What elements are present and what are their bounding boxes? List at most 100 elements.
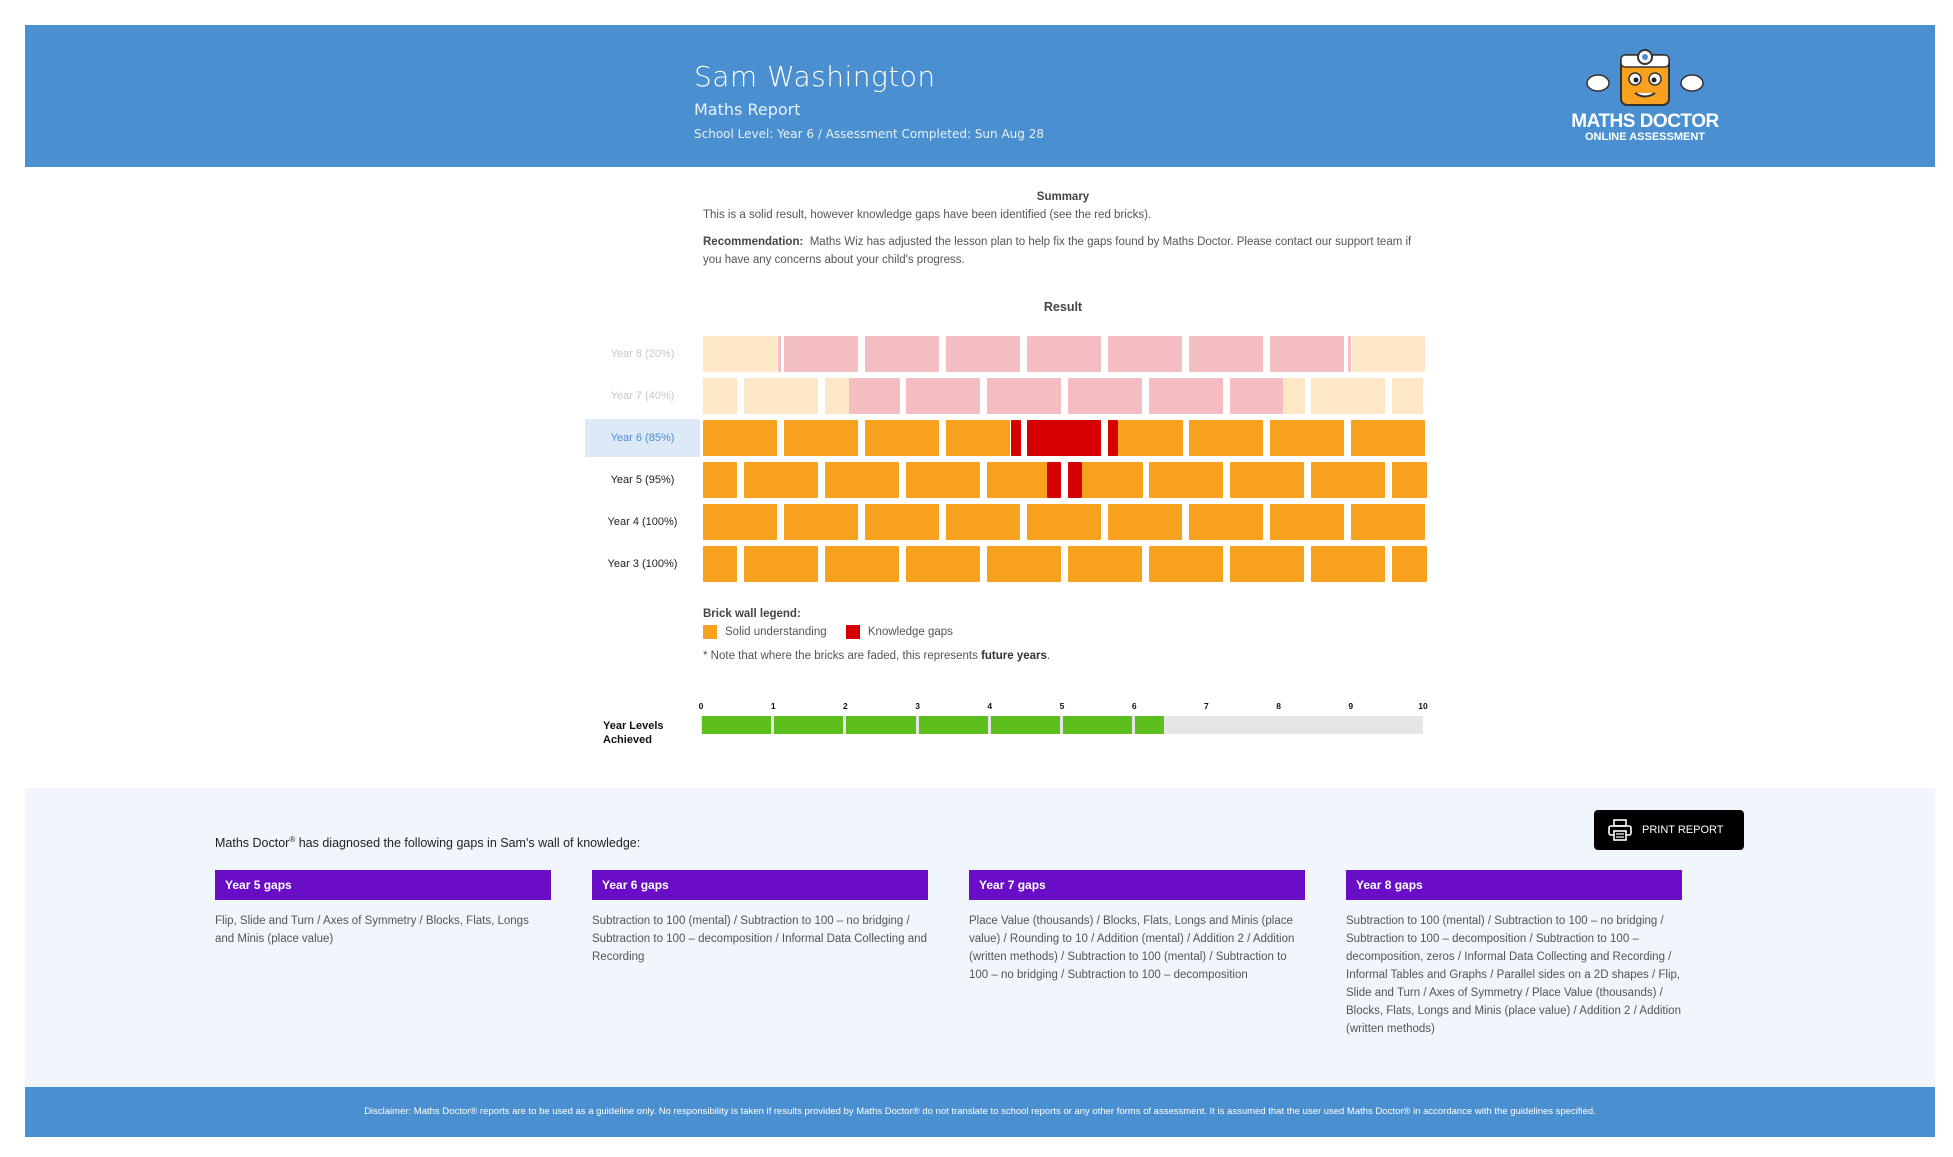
solid-brick bbox=[1149, 462, 1223, 498]
solid-brick bbox=[987, 546, 1061, 582]
solid-brick bbox=[865, 504, 939, 540]
year-level-tick: 0 bbox=[698, 701, 704, 711]
report-meta: School Level: Year 6 / Assessment Comple… bbox=[694, 127, 1044, 141]
recommendation-label: Recommendation: bbox=[703, 236, 804, 248]
legend-gaps-label: Knowledge gaps bbox=[867, 626, 953, 638]
legend-solid: Solid understanding bbox=[703, 625, 827, 639]
gap-brick bbox=[865, 336, 939, 372]
year-level-segment bbox=[846, 716, 916, 734]
logo-subtitle: ONLINE ASSESSMENT bbox=[1585, 131, 1705, 143]
solid-brick bbox=[703, 546, 737, 582]
solid-brick bbox=[1351, 504, 1425, 540]
solid-brick bbox=[1082, 462, 1143, 498]
solid-brick bbox=[703, 462, 737, 498]
year-row-label: Year 5 (95%) bbox=[610, 474, 675, 486]
year-level-tick: 10 bbox=[1418, 701, 1428, 711]
solid-brick bbox=[1392, 462, 1427, 498]
legend-note: * Note that where the bricks are faded, … bbox=[703, 650, 1050, 662]
gap-brick bbox=[1270, 336, 1344, 372]
student-name: Sam Washington bbox=[694, 60, 936, 93]
gap-brick bbox=[1230, 378, 1283, 414]
legend-gaps-swatch bbox=[845, 625, 860, 639]
report-header: Sam Washington Maths Report School Level… bbox=[25, 25, 1935, 167]
gap-brick bbox=[1027, 336, 1101, 372]
solid-brick bbox=[825, 546, 899, 582]
gap-brick bbox=[1027, 420, 1101, 456]
legend-gaps: Knowledge gaps bbox=[845, 625, 953, 639]
year-level-tick: 4 bbox=[987, 701, 993, 711]
year-levels-label-line1: Year Levels bbox=[603, 720, 664, 732]
gap-brick bbox=[1108, 336, 1182, 372]
solid-brick bbox=[703, 378, 737, 414]
gap-brick bbox=[1108, 420, 1118, 456]
year-levels-label: Year Levels Achieved bbox=[603, 719, 664, 747]
solid-brick bbox=[825, 378, 849, 414]
solid-brick bbox=[703, 420, 777, 456]
year-levels-bar bbox=[701, 716, 1423, 734]
gap-brick bbox=[987, 378, 1061, 414]
year-level-tick: 9 bbox=[1348, 701, 1354, 711]
solid-brick bbox=[1351, 420, 1425, 456]
solid-brick bbox=[1311, 378, 1385, 414]
year-level-tick: 6 bbox=[1131, 701, 1137, 711]
year-row-label: Year 4 (100%) bbox=[607, 516, 678, 528]
solid-brick bbox=[703, 504, 777, 540]
solid-brick bbox=[1027, 504, 1101, 540]
year-row-label[interactable]: Year 6 (85%) bbox=[585, 419, 700, 457]
solid-brick bbox=[1118, 420, 1183, 456]
solid-brick bbox=[1392, 546, 1427, 582]
solid-brick bbox=[1068, 546, 1142, 582]
gap-column-year5: Year 5 gaps Flip, Slide and Turn / Axes … bbox=[215, 870, 551, 948]
solid-brick bbox=[784, 504, 858, 540]
year-level-segment bbox=[918, 716, 988, 734]
summary-title: Summary bbox=[1036, 191, 1090, 203]
maths-doctor-logo: MATHS DOCTOR ONLINE ASSESSMENT bbox=[1560, 43, 1730, 153]
year-level-tick: 3 bbox=[915, 701, 920, 711]
solid-brick bbox=[946, 420, 1010, 456]
solid-brick bbox=[906, 546, 980, 582]
gap-brick bbox=[1068, 462, 1082, 498]
solid-brick bbox=[865, 420, 939, 456]
solid-brick bbox=[1189, 420, 1263, 456]
solid-brick bbox=[946, 504, 1020, 540]
summary-section: Summary This is a solid result, however … bbox=[703, 188, 1423, 278]
solid-brick bbox=[1392, 378, 1423, 414]
recommendation: Recommendation: Maths Wiz has adjusted t… bbox=[703, 233, 1423, 269]
solid-brick bbox=[1230, 546, 1304, 582]
solid-brick bbox=[744, 546, 818, 582]
solid-brick bbox=[1283, 378, 1305, 414]
year-level-tick: 2 bbox=[843, 701, 848, 711]
gap-column-year7: Year 7 gaps Place Value (thousands) / Bl… bbox=[969, 870, 1305, 984]
solid-brick bbox=[1108, 504, 1182, 540]
doctor-mascot-icon bbox=[1586, 49, 1704, 106]
solid-brick bbox=[1270, 504, 1344, 540]
recommendation-text: Maths Wiz has adjusted the lesson plan t… bbox=[703, 236, 1412, 266]
legend-note-text: * Note that where the bricks are faded, … bbox=[703, 650, 982, 662]
solid-brick bbox=[1311, 546, 1385, 582]
year-level-segment bbox=[1063, 716, 1133, 734]
printer-icon bbox=[1608, 819, 1632, 841]
gap-column-text: Subtraction to 100 (mental) / Subtractio… bbox=[592, 915, 927, 963]
solid-brick bbox=[825, 462, 899, 498]
solid-brick bbox=[987, 462, 1047, 498]
print-report-button[interactable]: PRINT REPORT bbox=[1594, 810, 1744, 850]
gap-column-year6: Year 6 gaps Subtraction to 100 (mental) … bbox=[592, 870, 928, 966]
gaps-intro: Maths Doctor® has diagnosed the followin… bbox=[215, 835, 640, 850]
gap-brick bbox=[946, 336, 1020, 372]
solid-brick bbox=[744, 462, 818, 498]
legend-note-bold: future years bbox=[981, 650, 1047, 662]
gap-brick bbox=[1149, 378, 1223, 414]
year-level-segment bbox=[774, 716, 844, 734]
solid-brick bbox=[1230, 462, 1304, 498]
gap-brick bbox=[1189, 336, 1263, 372]
year-level-tick: 8 bbox=[1276, 701, 1281, 711]
gap-brick bbox=[906, 378, 980, 414]
year-row-label: Year 7 (40%) bbox=[610, 390, 675, 402]
gap-column-title: Year 5 gaps bbox=[215, 870, 551, 900]
solid-brick bbox=[703, 336, 777, 372]
year-level-tick: 7 bbox=[1204, 701, 1209, 711]
solid-brick bbox=[1352, 336, 1425, 372]
gaps-intro-brand: Maths Doctor bbox=[215, 836, 290, 851]
year-level-tick: 5 bbox=[1059, 701, 1065, 711]
gap-brick bbox=[778, 336, 781, 372]
